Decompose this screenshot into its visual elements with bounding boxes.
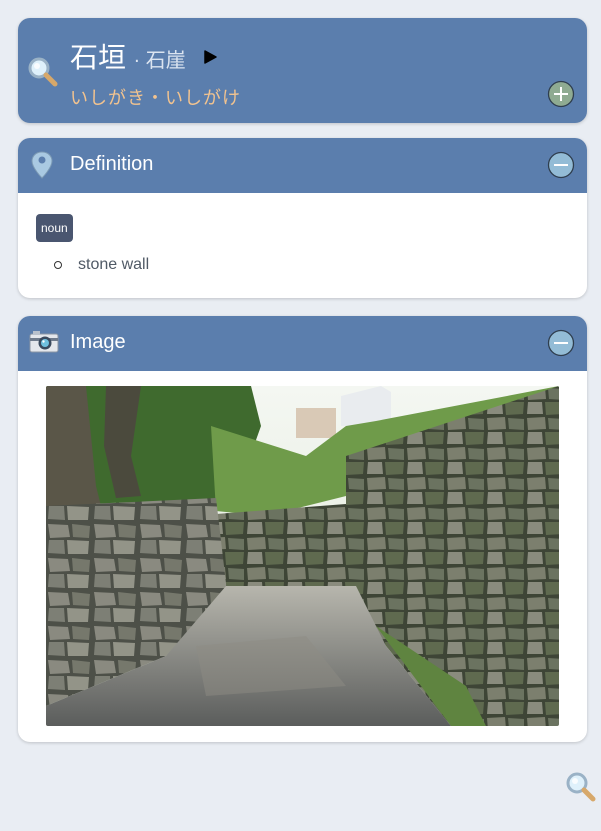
definition-header[interactable]: Definition	[18, 138, 587, 193]
entry-header-card: 石垣 · 石崖 いしがき・いしがけ	[18, 18, 587, 123]
part-of-speech-badge: noun	[36, 214, 73, 242]
search-icon[interactable]	[27, 56, 59, 92]
alternate-form: 石崖	[145, 48, 186, 72]
definition-card: Definition noun stone wall	[18, 138, 587, 298]
bullet-icon	[54, 261, 62, 269]
headword-line: 石垣 · 石崖	[70, 36, 218, 76]
image-header[interactable]: Image	[18, 316, 587, 371]
definition-title: Definition	[70, 153, 154, 175]
form-separator: ·	[134, 51, 140, 72]
gloss-list: stone wall	[54, 256, 149, 274]
play-icon[interactable]	[202, 49, 218, 69]
image-title: Image	[70, 331, 126, 353]
camera-icon	[29, 328, 59, 358]
search-icon[interactable]	[565, 771, 597, 807]
headword: 石垣	[70, 41, 127, 74]
reading: いしがき・いしがけ	[70, 88, 241, 109]
stone-wall-photo	[46, 386, 559, 726]
collapse-icon[interactable]	[547, 329, 575, 361]
collapse-icon[interactable]	[547, 151, 575, 183]
map-pin-icon	[29, 150, 55, 184]
gloss-item: stone wall	[54, 256, 149, 274]
image-card: Image	[18, 316, 587, 742]
gloss-text: stone wall	[78, 256, 150, 273]
add-icon[interactable]	[547, 80, 575, 112]
